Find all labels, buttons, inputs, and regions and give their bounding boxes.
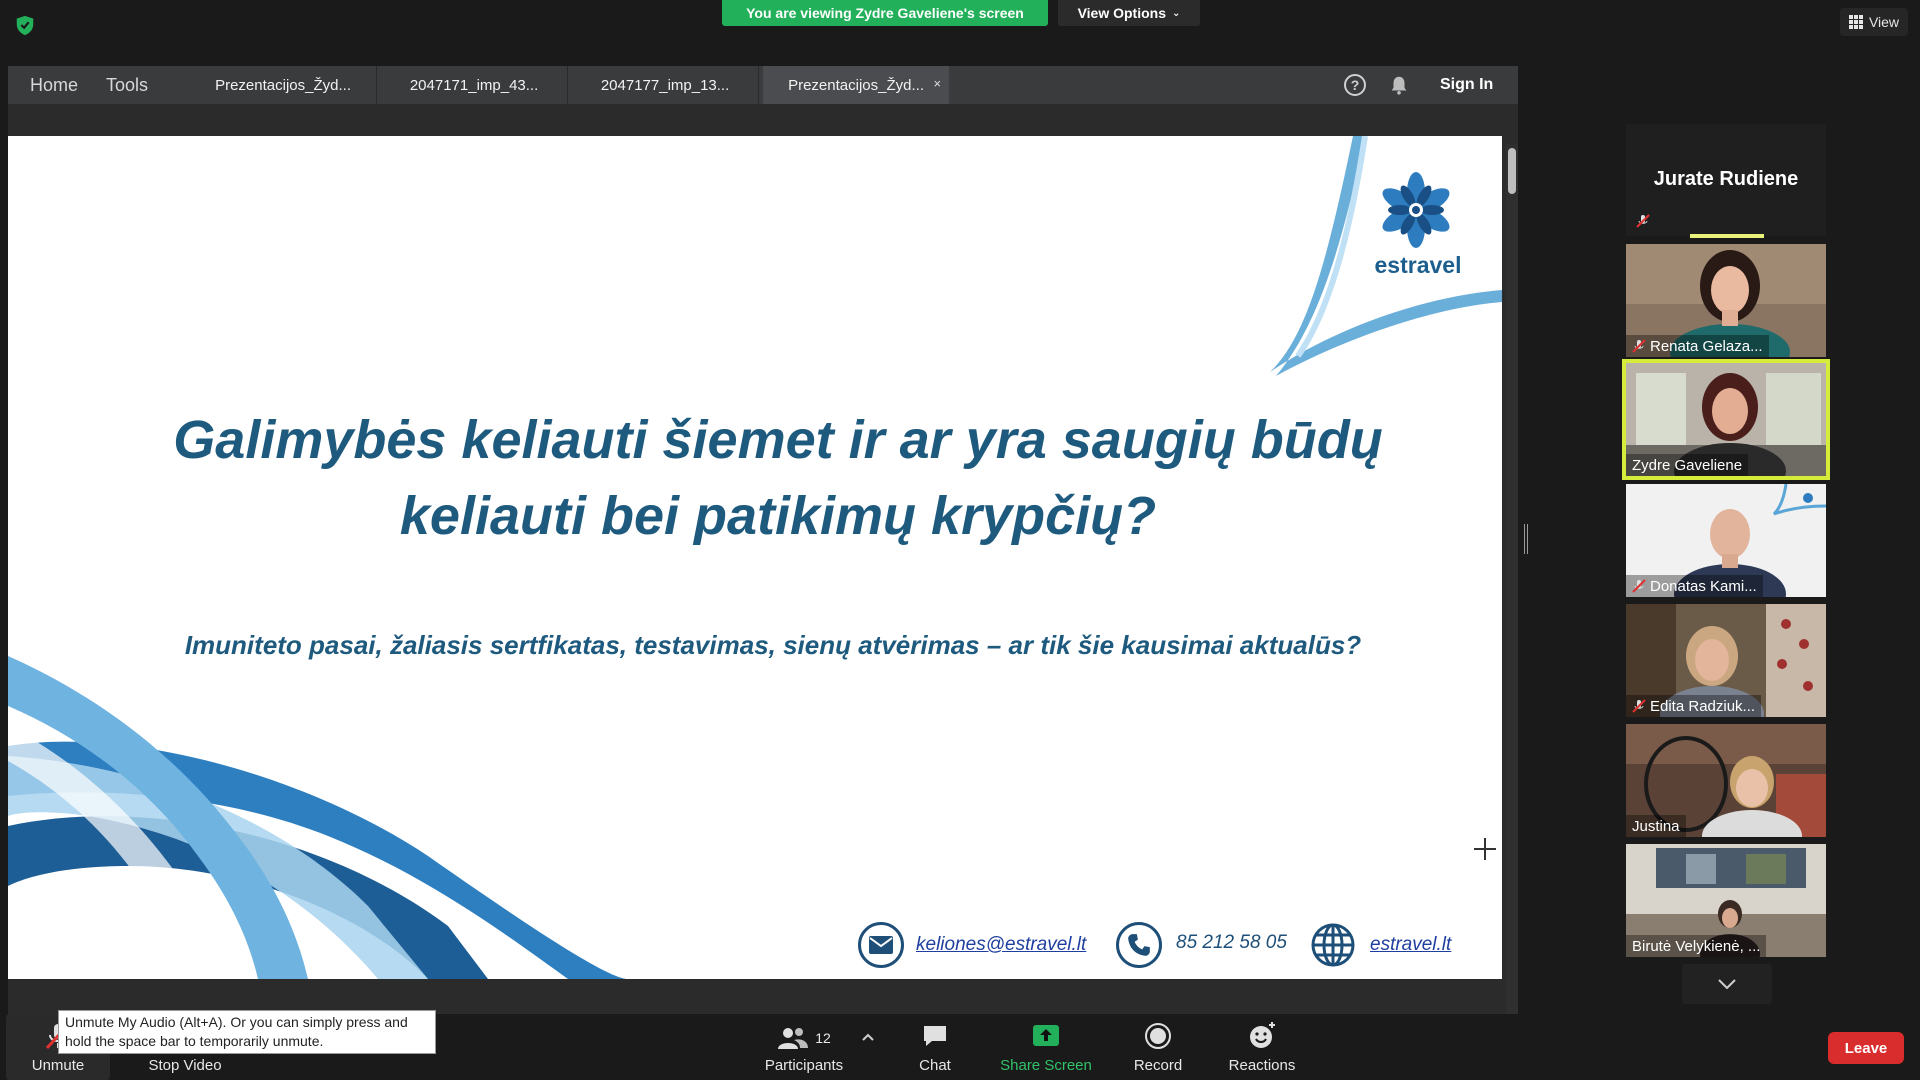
participant-tile[interactable]: Justina — [1626, 724, 1826, 837]
slide-title: Galimybės keliauti šiemet ir ar yra saug… — [88, 402, 1468, 554]
participant-name-label: Renata Gelaza... — [1626, 335, 1769, 357]
slide-title-line-1: Galimybės keliauti šiemet ir ar yra saug… — [173, 410, 1383, 470]
participant-tile[interactable]: Renata Gelaza... — [1626, 244, 1826, 357]
globe-icon — [1310, 922, 1356, 968]
unmute-tooltip: Unmute My Audio (Alt+A). Or you can simp… — [58, 1010, 436, 1054]
vertical-scrollbar[interactable] — [1506, 144, 1518, 1014]
tab-divider — [758, 66, 760, 104]
participant-name: Donatas Kami... — [1650, 577, 1757, 595]
doc-tab-4-active[interactable]: Prezentacijos_Žyd... × — [763, 66, 950, 104]
participant-name: Zydre Gaveliene — [1632, 456, 1743, 474]
website-link[interactable]: estravel.lt — [1370, 934, 1451, 956]
participants-count: 12 — [815, 1030, 831, 1046]
phone-icon — [1116, 922, 1162, 968]
view-layout-button[interactable]: View — [1840, 8, 1908, 36]
doc-tab-2[interactable]: 2047171_imp_43... — [381, 66, 568, 104]
sign-in-link[interactable]: Sign In — [1440, 66, 1493, 104]
participant-tile[interactable]: Birutė Velykienė, ... — [1626, 844, 1826, 957]
phone-number: 85 212 58 05 — [1176, 932, 1287, 953]
chevron-down-icon — [1718, 979, 1736, 989]
mic-muted-icon — [1636, 214, 1650, 228]
participants-icon — [778, 1028, 809, 1049]
crosshair-cursor-icon — [1474, 838, 1496, 860]
participant-name-label: Birutė Velykienė, ... — [1626, 935, 1767, 957]
participant-name: Edita Radziuk... — [1650, 697, 1756, 715]
viewing-screen-banner: You are viewing Zydre Gaveliene's screen — [722, 0, 1048, 26]
doc-tab-3[interactable]: 2047177_imp_13... — [572, 66, 759, 104]
presentation-slide: estravel Galimybės keliauti šiemet ir ar… — [8, 136, 1502, 979]
share-screen-label: Share Screen — [1000, 1057, 1092, 1074]
record-button[interactable]: Record — [1116, 1014, 1200, 1080]
share-screen-button[interactable]: Share Screen — [994, 1014, 1098, 1080]
mic-muted-icon — [1632, 339, 1646, 353]
help-icon[interactable]: ? — [1344, 74, 1366, 96]
participant-name: Jurate Rudiene — [1653, 168, 1799, 190]
security-shield-icon[interactable] — [14, 14, 36, 36]
record-icon — [1145, 1023, 1171, 1049]
tab-divider — [567, 66, 569, 104]
doc-tab-label: Prezentacijos_Žyd... — [788, 76, 924, 94]
slide-subtitle: Imuniteto pasai, žaliasis sertfikatas, t… — [184, 630, 1362, 660]
email-icon — [858, 922, 904, 968]
bell-icon[interactable] — [1388, 73, 1410, 97]
record-label: Record — [1133, 1057, 1183, 1074]
doc-tab-1[interactable]: Prezentacijos_Žyd... — [190, 66, 377, 104]
gallery-next-page-button[interactable] — [1682, 964, 1772, 1004]
mic-muted-icon — [1632, 699, 1646, 713]
participant-name: Justina — [1632, 817, 1680, 835]
unmute-label: Unmute — [31, 1057, 85, 1074]
reactions-button[interactable]: Reactions — [1216, 1014, 1308, 1080]
panel-resize-handle[interactable] — [1524, 524, 1528, 554]
participants-button[interactable]: 12 Participants — [756, 1014, 852, 1080]
participant-name-label: Edita Radziuk... — [1626, 695, 1762, 717]
estravel-logo-text: estravel — [1374, 252, 1462, 278]
view-options-label: View Options — [1077, 5, 1167, 21]
tab-divider — [376, 66, 378, 104]
slide-decoration-swooshes — [8, 136, 1502, 979]
chat-label: Chat — [919, 1057, 951, 1074]
email-link[interactable]: keliones@estravel.lt — [916, 934, 1086, 956]
app-tab-bar: Home Tools Prezentacijos_Žyd... 2047171_… — [8, 66, 1518, 104]
participant-tile[interactable]: Zydre Gaveliene — [1626, 363, 1826, 476]
chat-bubble-icon — [924, 1026, 946, 1046]
participant-name: Renata Gelaza... — [1650, 337, 1763, 355]
participant-name-label: Donatas Kami... — [1626, 575, 1763, 597]
participant-name-label: Justina — [1626, 815, 1686, 837]
nav-tools[interactable]: Tools — [92, 75, 162, 96]
leave-meeting-button[interactable]: Leave — [1828, 1032, 1904, 1064]
participants-options-chevron-icon[interactable] — [862, 1028, 876, 1042]
chat-button[interactable]: Chat — [894, 1014, 976, 1080]
participants-label: Participants — [764, 1057, 844, 1074]
participant-tile[interactable]: Edita Radziuk... — [1626, 604, 1826, 717]
share-screen-icon — [1033, 1025, 1059, 1046]
participant-name-label: Zydre Gaveliene — [1626, 454, 1749, 476]
reactions-label: Reactions — [1228, 1057, 1296, 1074]
shared-screen-window: Home Tools Prezentacijos_Žyd... 2047171_… — [8, 66, 1518, 1016]
participant-tile[interactable]: Donatas Kami... — [1626, 484, 1826, 597]
stop-video-label: Stop Video — [148, 1057, 222, 1074]
estravel-logo-icon — [1382, 172, 1450, 248]
doc-tab-label: Prezentacijos_Žyd... — [215, 76, 351, 94]
speaker-indicator — [1690, 234, 1764, 238]
doc-tab-label: 2047177_imp_13... — [600, 76, 730, 94]
slide-title-line-2: keliauti bei patikimų krypčių? — [399, 486, 1157, 546]
view-options-button[interactable]: View Options ⌄ — [1058, 0, 1200, 26]
participant-name: Birutė Velykienė, ... — [1632, 937, 1761, 955]
grid-icon — [1848, 15, 1863, 29]
view-label: View — [1868, 14, 1900, 30]
doc-tab-label: 2047171_imp_43... — [409, 76, 539, 94]
chevron-down-icon: ⌄ — [1172, 7, 1181, 19]
scrollbar-thumb[interactable] — [1508, 148, 1516, 194]
nav-home[interactable]: Home — [16, 75, 92, 96]
close-icon[interactable]: × — [933, 76, 941, 91]
mic-muted-icon — [1632, 579, 1646, 593]
smiley-add-icon — [1250, 1022, 1275, 1048]
active-speaker-tile[interactable]: Jurate Rudiene — [1626, 124, 1826, 238]
